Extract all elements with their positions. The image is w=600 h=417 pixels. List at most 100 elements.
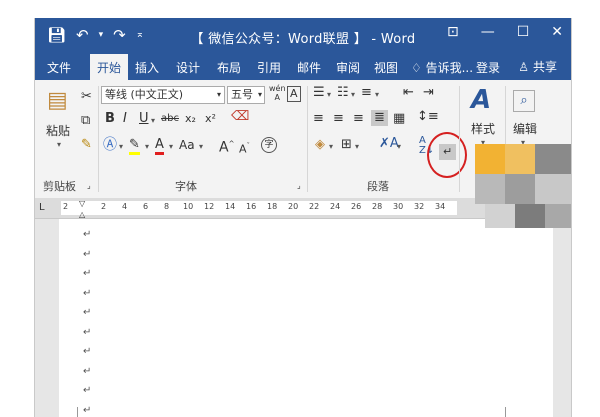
grow-font-button[interactable]: A^ [219, 137, 234, 155]
bullets-dropdown-icon[interactable]: ▾ [327, 90, 331, 99]
shrink-font-button[interactable]: Aˇ [239, 139, 250, 157]
minimize-icon[interactable]: — [481, 24, 495, 40]
tab-mailings[interactable]: 邮件 [297, 59, 321, 76]
styles-button[interactable]: 样式 [471, 122, 495, 136]
clear-formatting-icon[interactable]: ⌫ [231, 110, 249, 124]
paragraph-mark: ↵ [83, 248, 92, 260]
shading-dropdown-icon[interactable]: ▾ [329, 142, 333, 151]
ruler-number: 30 [393, 202, 404, 211]
paste-dropdown-icon[interactable]: ▾ [57, 140, 61, 149]
window-controls: ⊡ — ☐ ✕ [447, 24, 563, 40]
underline-button[interactable]: U [139, 112, 149, 126]
clipboard-launcher-icon[interactable]: ⌟ [87, 179, 91, 193]
lightbulb-icon: ♢ [411, 61, 422, 75]
ruler-number: 26 [351, 202, 362, 211]
phonetic-guide-icon[interactable]: wén A [269, 84, 286, 102]
ruler-number: 10 [183, 202, 194, 211]
ruler-number: 18 [267, 202, 278, 211]
font-color-icon[interactable]: A [155, 137, 164, 155]
screenshot-frame: 💾︎ ↶ ▾ ↷ ⌅ 【 微信公众号：Word联盟 】 - Word ⊡ — ☐… [0, 0, 600, 417]
change-case-button[interactable]: Aa [179, 138, 195, 152]
text-effects-dropdown-icon[interactable]: ▾ [119, 142, 123, 151]
share-button[interactable]: ♙ 共享 [518, 58, 557, 75]
document-area: ↵ ↵ ↵ ↵ ↵ ↵ ↵ ↵ ↵ ↵ [35, 219, 571, 417]
superscript-button[interactable]: x² [205, 112, 216, 126]
numbering-icon[interactable]: ☷ [337, 86, 349, 100]
pixelated-block [535, 144, 571, 174]
clipboard-group-label: 剪贴板 [43, 180, 76, 193]
chinese-layout-dropdown-icon[interactable]: ▾ [397, 142, 401, 151]
chinese-layout-icon[interactable]: ✗A [379, 137, 399, 151]
subscript-button[interactable]: x₂ [185, 112, 196, 126]
copy-icon[interactable]: ⧉ [81, 114, 90, 128]
font-color-dropdown-icon[interactable]: ▾ [169, 142, 173, 151]
ribbon-options-icon[interactable]: ⊡ [447, 24, 459, 40]
tab-view[interactable]: 视图 [374, 59, 398, 76]
ruler-number: 2 [63, 202, 69, 211]
clipboard-icon[interactable]: ▤ [47, 88, 68, 114]
maximize-icon[interactable]: ☐ [517, 24, 530, 40]
paste-button[interactable]: 粘贴 [46, 124, 70, 138]
justify-icon[interactable]: ≣ [371, 110, 388, 126]
pixelated-block [505, 144, 535, 174]
font-launcher-icon[interactable]: ⌟ [297, 179, 301, 193]
tab-selector-icon[interactable]: L [39, 201, 45, 215]
tab-references[interactable]: 引用 [257, 59, 281, 76]
shrink-font-label: A [239, 142, 247, 156]
tab-design[interactable]: 设计 [176, 59, 200, 76]
paragraph-mark: ↵ [83, 307, 92, 318]
font-name-select[interactable]: 等线 (中文正文) ▾ [101, 86, 225, 104]
sign-in-link[interactable]: 登录 [476, 59, 500, 76]
editing-button[interactable]: 编辑 [513, 122, 537, 136]
borders-icon[interactable]: ⊞ [341, 138, 352, 152]
search-icon[interactable]: ⌕ [513, 90, 535, 112]
decrease-indent-icon[interactable]: ⇤ [403, 86, 414, 100]
ruler-number: 34 [435, 202, 446, 211]
shading-icon[interactable]: ◈ [315, 138, 325, 152]
tab-layout[interactable]: 布局 [217, 59, 241, 76]
tab-home[interactable]: 开始 [90, 54, 129, 80]
char-border-icon[interactable]: A [287, 86, 301, 102]
font-size-select[interactable]: 五号 ▾ [227, 86, 265, 104]
multilevel-list-icon[interactable]: ≡ [361, 86, 372, 100]
font-name-value: 等线 (中文正文) [105, 88, 184, 101]
highlight-icon[interactable]: ✎ [129, 137, 140, 155]
cut-icon[interactable]: ✂ [81, 90, 92, 104]
paragraph-mark: ↵ [83, 365, 92, 377]
tab-review[interactable]: 审阅 [336, 59, 360, 76]
paragraph-mark: ↵ [83, 385, 92, 396]
paragraph-group-label: 段落 [367, 180, 389, 193]
underline-dropdown-icon[interactable]: ▾ [151, 116, 155, 125]
increase-indent-icon[interactable]: ⇥ [423, 86, 434, 100]
borders-dropdown-icon[interactable]: ▾ [355, 142, 359, 151]
enclose-characters-icon[interactable]: 字 [261, 137, 277, 153]
tab-file[interactable]: 文件 [47, 59, 71, 76]
italic-button[interactable]: I [123, 112, 127, 126]
divider [307, 86, 308, 192]
paragraph-mark: ↵ [83, 326, 92, 338]
font-group-label: 字体 [175, 180, 197, 193]
pixelated-block [475, 174, 505, 204]
bold-button[interactable]: B [105, 112, 115, 126]
ruler-number: 8 [164, 202, 170, 211]
tab-insert[interactable]: 插入 [135, 59, 159, 76]
text-effects-icon[interactable]: Ⓐ [103, 138, 117, 152]
align-left-icon[interactable]: ≡ [313, 112, 324, 126]
line-spacing-icon[interactable]: ↕≡ [417, 110, 439, 124]
align-right-icon[interactable]: ≡ [353, 112, 364, 126]
change-case-dropdown-icon[interactable]: ▾ [199, 142, 203, 151]
ruler-number: 16 [246, 202, 257, 211]
tell-me-box[interactable]: ♢ 告诉我... [411, 59, 473, 76]
distributed-icon[interactable]: ▦ [393, 112, 405, 126]
close-icon[interactable]: ✕ [551, 24, 563, 40]
styles-icon[interactable]: A [471, 86, 491, 114]
bullets-icon[interactable]: ☰ [313, 86, 325, 100]
align-center-icon[interactable]: ≡ [333, 112, 344, 126]
numbering-dropdown-icon[interactable]: ▾ [351, 90, 355, 99]
highlight-dropdown-icon[interactable]: ▾ [145, 142, 149, 151]
format-painter-icon[interactable]: ✎ [81, 138, 92, 152]
strikethrough-button[interactable]: abc [161, 112, 179, 126]
paragraph-mark: ↵ [83, 346, 92, 357]
multilevel-dropdown-icon[interactable]: ▾ [375, 90, 379, 99]
document-page[interactable]: ↵ ↵ ↵ ↵ ↵ ↵ ↵ ↵ ↵ ↵ [59, 219, 553, 417]
